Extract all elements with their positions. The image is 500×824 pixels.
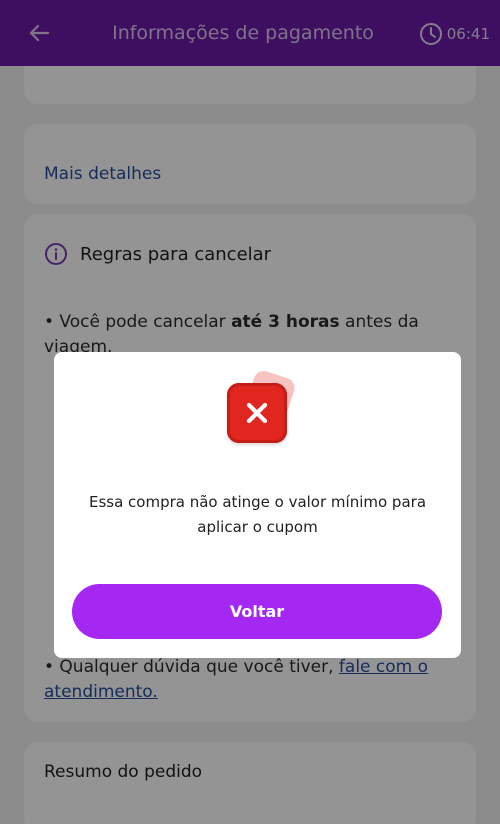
error-dialog: Essa compra não atinge o valor mínimo pa…	[54, 352, 461, 658]
close-x-glyph-icon	[246, 402, 268, 424]
error-x-icon	[227, 383, 287, 443]
back-dialog-button[interactable]: Voltar	[72, 584, 442, 639]
error-message: Essa compra não atinge o valor mínimo pa…	[88, 493, 427, 536]
